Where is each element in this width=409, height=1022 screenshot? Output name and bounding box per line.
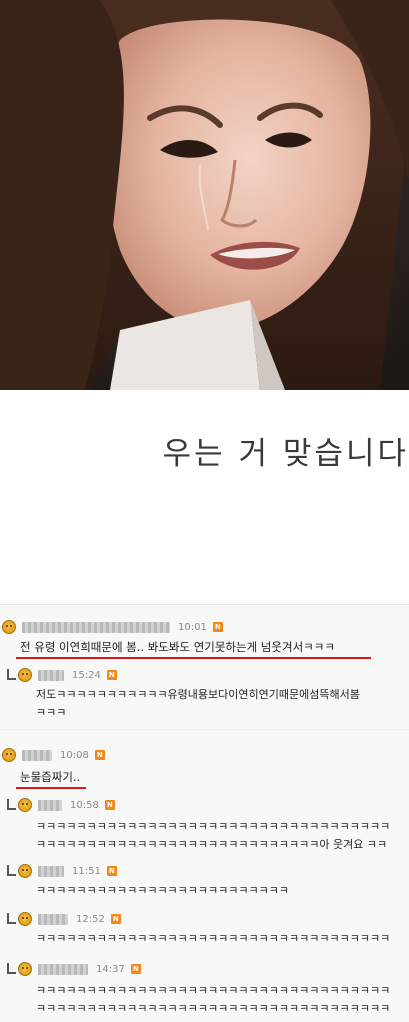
reply-arrow-icon	[7, 865, 16, 876]
nickname-redacted[interactable]	[38, 669, 64, 681]
comment-text: ㅋㅋㅋㅋㅋㅋㅋㅋㅋㅋㅋㅋㅋㅋㅋㅋㅋㅋㅋㅋㅋㅋㅋㅋㅋㅋㅋㅋㅋㅋㅋㅋㅋㅋㅋ	[36, 932, 391, 945]
comment-meta: 10:01 N	[2, 619, 223, 635]
comment-meta: 15:24 N	[18, 667, 117, 683]
avatar-icon[interactable]	[18, 912, 32, 926]
nickname-redacted[interactable]	[38, 799, 62, 811]
avatar-icon[interactable]	[18, 798, 32, 812]
avatar-icon[interactable]	[2, 748, 16, 762]
new-badge: N	[212, 622, 223, 632]
crying-woman-photo	[0, 0, 409, 390]
reply-arrow-icon	[7, 963, 16, 974]
comment-time: 11:51	[72, 865, 101, 877]
divider	[0, 729, 409, 730]
reply-arrow-icon	[7, 799, 16, 810]
comment-text: 저도ㅋㅋㅋㅋㅋㅋㅋㅋㅋㅋㅋ유령내용보다이연히연기때문에섬뜩해서봄	[36, 688, 360, 701]
new-badge: N	[110, 914, 121, 924]
nickname-redacted[interactable]	[38, 913, 68, 925]
reply-arrow-icon	[7, 913, 16, 924]
photo-illustration	[0, 0, 409, 390]
comment-time: 15:24	[72, 669, 101, 681]
nickname-redacted[interactable]	[22, 749, 52, 761]
comment-meta: 14:37 N	[18, 961, 141, 977]
comment-meta: 10:58 N	[18, 797, 115, 813]
nickname-redacted[interactable]	[38, 963, 88, 975]
new-badge: N	[130, 964, 141, 974]
reply-arrow-icon	[7, 669, 16, 680]
comment-time: 10:01	[178, 621, 207, 633]
comment-text-line2: ㅋㅋㅋㅋㅋㅋㅋㅋㅋㅋㅋㅋㅋㅋㅋㅋㅋㅋㅋㅋㅋㅋㅋㅋㅋㅋㅋㅋ아 웃겨요 ㅋㅋ	[36, 838, 388, 851]
new-badge: N	[94, 750, 105, 760]
comment-text: 눈물즙짜기..	[20, 770, 81, 784]
caption-text: 우는 거 맞습니다	[162, 436, 409, 472]
comment-time: 10:08	[60, 749, 89, 761]
comment-text: ㅋㅋㅋㅋㅋㅋㅋㅋㅋㅋㅋㅋㅋㅋㅋㅋㅋㅋㅋㅋㅋㅋㅋㅋㅋㅋㅋㅋㅋㅋㅋㅋㅋㅋㅋ	[36, 984, 391, 997]
comment-meta: 11:51 N	[18, 863, 117, 879]
comment-time: 14:37	[96, 963, 125, 975]
comment-text-line2: ㅋㅋㅋㅋㅋㅋㅋㅋㅋㅋㅋㅋㅋㅋㅋㅋㅋㅋㅋㅋㅋㅋㅋㅋㅋㅋㅋㅋㅋㅋㅋㅋㅋㅋㅋ	[36, 1002, 391, 1015]
comment-text-line2: ㅋㅋㅋ	[36, 706, 67, 719]
red-underline	[16, 657, 371, 659]
comment-time: 12:52	[76, 913, 105, 925]
avatar-icon[interactable]	[18, 864, 32, 878]
red-underline	[16, 787, 86, 789]
nickname-redacted[interactable]	[38, 865, 64, 877]
new-badge: N	[106, 866, 117, 876]
avatar-icon[interactable]	[18, 962, 32, 976]
avatar-icon[interactable]	[18, 668, 32, 682]
comment-text: 전 유령 이연희때문에 봄.. 봐도봐도 연기못하는게 넘웃겨서ㅋㅋㅋ	[20, 640, 335, 654]
avatar-icon[interactable]	[2, 620, 16, 634]
nickname-redacted[interactable]	[22, 621, 170, 633]
comment-text: ㅋㅋㅋㅋㅋㅋㅋㅋㅋㅋㅋㅋㅋㅋㅋㅋㅋㅋㅋㅋㅋㅋㅋㅋㅋㅋㅋㅋㅋㅋㅋㅋㅋㅋㅋ	[36, 820, 391, 833]
comment-meta: 10:08 N	[2, 747, 105, 763]
new-badge: N	[104, 800, 115, 810]
comment-time: 10:58	[70, 799, 99, 811]
new-badge: N	[106, 670, 117, 680]
comment-list: 10:01 N 전 유령 이연희때문에 봄.. 봐도봐도 연기못하는게 넘웃겨서…	[0, 604, 409, 1022]
comment-meta: 12:52 N	[18, 911, 121, 927]
comment-text: ㅋㅋㅋㅋㅋㅋㅋㅋㅋㅋㅋㅋㅋㅋㅋㅋㅋㅋㅋㅋㅋㅋㅋㅋㅋ	[36, 884, 289, 897]
